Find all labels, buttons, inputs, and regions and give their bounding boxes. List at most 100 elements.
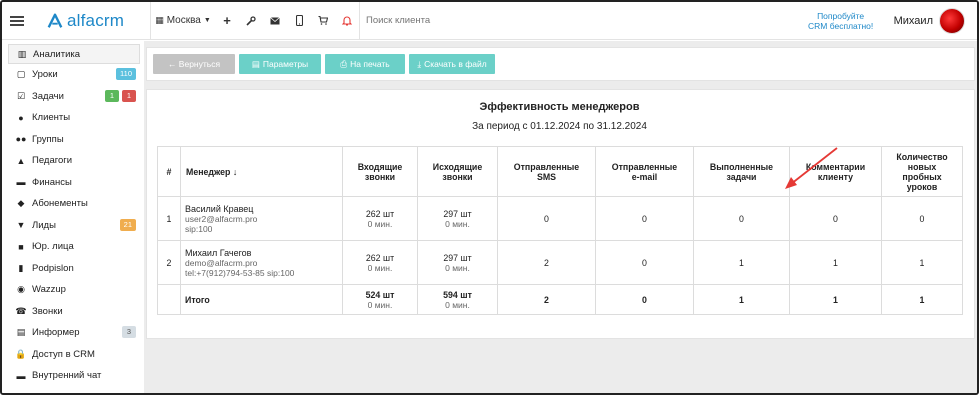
- manager-email: demo@alfacrm.pro: [185, 257, 258, 268]
- incoming-count: 262 шт: [365, 208, 395, 219]
- sidebar-item[interactable]: ●● Группы: [2, 129, 142, 151]
- table-header-row: # Менеджер ↓ Входящие звонки Исходящие зво…: [157, 146, 963, 197]
- sidebar-item[interactable]: ▬ Финансы: [2, 172, 142, 194]
- cell-num: 1: [157, 196, 181, 241]
- sidebar-item-label: Финансы: [32, 176, 72, 188]
- count-badge: 1: [122, 89, 136, 102]
- col-manager[interactable]: Менеджер ↓: [180, 146, 343, 197]
- cart-button[interactable]: [311, 2, 335, 40]
- total-email: 0: [642, 294, 647, 305]
- sidebar-item-label: Задачи: [32, 90, 64, 102]
- col-outgoing-l1: Исходящие: [432, 161, 483, 172]
- total-sms: 2: [544, 294, 549, 305]
- branch-selector[interactable]: ▦ Москва ▼: [151, 2, 215, 40]
- cell-trials: 1: [881, 240, 963, 285]
- sidebar-item-label: Звонки: [32, 305, 63, 317]
- sidebar-item[interactable]: ☎ Звонки: [2, 301, 142, 323]
- menu-burger-icon[interactable]: [10, 14, 24, 28]
- count-badge: 110: [116, 68, 136, 80]
- table-row: 2 Михаил Гачегов demo@alfacrm.pro tel:+7(91…: [157, 240, 963, 285]
- avatar[interactable]: [939, 7, 965, 34]
- total-trials: 1: [919, 294, 925, 305]
- briefcase-icon: ■: [18, 241, 24, 252]
- back-button[interactable]: ← Вернуться: [153, 54, 235, 74]
- money-icon: ▬: [16, 177, 26, 188]
- client-search-input[interactable]: [366, 15, 566, 26]
- free-trial-link[interactable]: Попробуйте CRM бесплатно!: [800, 11, 882, 31]
- cell-incoming: 524 шт 0 мин.: [342, 284, 418, 315]
- sidebar-item[interactable]: 🔒 Доступ в CRM: [2, 344, 142, 366]
- promo-line-1: Попробуйте: [817, 10, 865, 21]
- cart-icon: [318, 16, 328, 25]
- phone-button[interactable]: [287, 2, 311, 40]
- outgoing-time: 0 мин.: [445, 218, 470, 229]
- graduation-cap-icon: ▲: [16, 155, 26, 166]
- logo[interactable]: alfacrm: [46, 11, 142, 31]
- calendar-icon: ▢: [16, 69, 26, 80]
- col-comments-l2: клиенту: [817, 171, 854, 182]
- sidebar-item-label: Информер: [32, 327, 80, 339]
- sidebar-item[interactable]: ▢ Уроки 110: [2, 64, 142, 86]
- sidebar-item[interactable]: ▬ Внутренний чат: [2, 365, 142, 387]
- sidebar-item[interactable]: ■ Юр. лица: [2, 236, 142, 258]
- download-button[interactable]: ⤓ Скачать в файл: [409, 54, 495, 74]
- cell-trials: 0: [881, 196, 963, 241]
- filter-document-icon: ▤: [251, 58, 260, 69]
- parameters-button[interactable]: ▤ Параметры: [239, 54, 321, 74]
- notifications-button[interactable]: [335, 2, 359, 40]
- total-outgoing-count: 594 шт: [443, 289, 472, 300]
- sidebar: ▥ Аналитика ▢ Уроки 110 ☑ Задачи 1 1 ● Клиенты ●● Гр…: [2, 41, 142, 393]
- sidebar-item[interactable]: ▤ Информер 3: [2, 322, 142, 344]
- add-button[interactable]: +: [215, 2, 239, 40]
- badge-group: 3: [122, 326, 136, 338]
- wrench-icon: [246, 15, 256, 26]
- col-outgoing-l2: звонки: [442, 171, 473, 182]
- tools-button[interactable]: [239, 2, 263, 40]
- alfacrm-logo-icon: [47, 13, 63, 28]
- managers-table: # Менеджер ↓ Входящие звонки Исходящие зво…: [157, 146, 963, 315]
- cell-outgoing: 297 шт 0 мин.: [417, 196, 498, 241]
- col-num: #: [157, 146, 181, 197]
- col-email-l1: Отправленные: [611, 161, 678, 172]
- col-trials-l2: новых: [907, 161, 937, 172]
- comments-value: 1: [833, 257, 838, 268]
- plus-icon: +: [223, 13, 231, 28]
- envelope-icon: [270, 16, 280, 24]
- print-button[interactable]: ⎙ На печать: [325, 54, 405, 74]
- sidebar-item[interactable]: ● Клиенты: [2, 107, 142, 129]
- sidebar-item[interactable]: ▥ Аналитика: [8, 44, 140, 64]
- cell-comments: 1: [789, 284, 882, 315]
- cell-outgoing: 297 шт 0 мин.: [417, 240, 498, 285]
- sidebar-item[interactable]: ▲ Педагоги: [2, 150, 142, 172]
- sidebar-item[interactable]: ◉ Wazzup: [2, 279, 142, 301]
- download-label: Скачать в файл: [424, 59, 487, 69]
- sidebar-item[interactable]: ◆ Абонементы: [2, 193, 142, 215]
- col-email-l2: e-mail: [631, 171, 658, 182]
- col-trials: Количество новых пробных уроков: [881, 146, 963, 197]
- chat-icon: ▬: [16, 370, 26, 381]
- phone-icon: ☎: [15, 305, 27, 316]
- sidebar-item[interactable]: ▮ Podpislon: [2, 258, 142, 280]
- sms-value: 2: [544, 257, 549, 268]
- whatsapp-icon: ◉: [17, 284, 25, 295]
- col-sms-l1: Отправленные: [513, 161, 580, 172]
- cell-num: [157, 284, 181, 315]
- cell-tasks: 1: [693, 240, 790, 285]
- col-sms-l2: SMS: [536, 171, 557, 182]
- manager-contacts: sip:100: [185, 223, 213, 234]
- sms-value: 0: [544, 213, 549, 224]
- branch-name: Москва: [166, 15, 201, 26]
- sidebar-item[interactable]: ☑ Задачи 1 1: [2, 86, 142, 108]
- cell-comments: 1: [789, 240, 882, 285]
- outgoing-count: 297 шт: [443, 252, 472, 263]
- sort-down-icon: ↓: [232, 166, 238, 177]
- col-trials-l3: пробных: [902, 171, 942, 182]
- sidebar-item[interactable]: ▼ Лиды 21: [2, 215, 142, 237]
- sidebar-item-label: Лиды: [32, 219, 56, 231]
- tasks-value: 1: [739, 257, 744, 268]
- badge-group: 11: [105, 89, 136, 102]
- mail-button[interactable]: [263, 2, 287, 40]
- client-search[interactable]: [360, 2, 800, 40]
- user-name[interactable]: Михаил: [894, 15, 933, 27]
- report-title: Эффективность менеджеров: [479, 101, 640, 113]
